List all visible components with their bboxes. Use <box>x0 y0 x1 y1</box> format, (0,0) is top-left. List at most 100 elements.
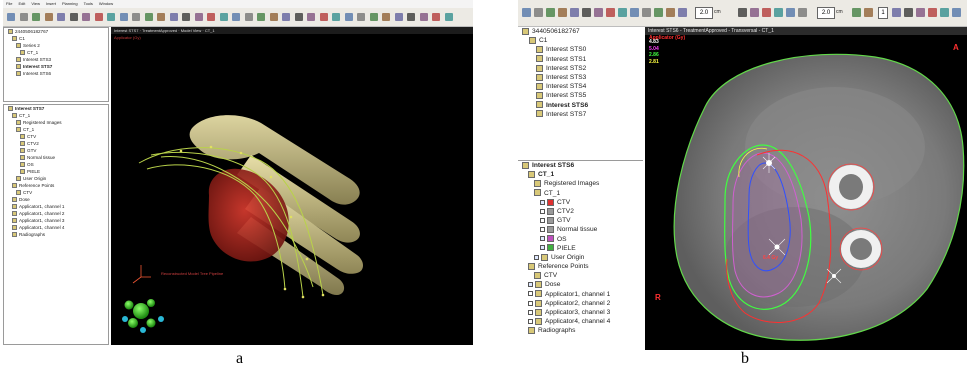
tree-item[interactable]: CTV <box>4 133 108 140</box>
tree-item[interactable]: CTV <box>4 189 108 196</box>
toolbar-tool-icon[interactable] <box>407 13 415 21</box>
toolbar-tool-icon[interactable] <box>630 8 639 17</box>
tree-item[interactable]: OS <box>4 161 108 168</box>
toolbar-tool-icon[interactable] <box>157 13 165 21</box>
tree-item[interactable]: Interest STS7 <box>518 110 643 119</box>
tree-item[interactable]: Interest STS5 <box>518 91 643 100</box>
toolbar-tool-icon[interactable] <box>132 13 140 21</box>
toolbar-tool-icon[interactable] <box>864 8 873 17</box>
toolbar-tool-icon[interactable] <box>618 8 627 17</box>
toolbar-tool-icon[interactable] <box>194 13 203 21</box>
toolbar-tool-icon[interactable] <box>107 13 115 21</box>
tree-item[interactable]: Interest STS6 <box>518 161 643 170</box>
tree-item[interactable]: Applicator3, channel 3 <box>518 308 643 317</box>
toolbar-tool-icon[interactable] <box>762 8 771 17</box>
tree-item[interactable]: User Origin <box>518 253 643 262</box>
toolbar-tool-icon[interactable] <box>570 8 579 17</box>
toolbar-tool-icon[interactable] <box>654 8 663 17</box>
tree-item-checkbox[interactable] <box>528 282 533 288</box>
zoom-input-2[interactable]: 2.0 <box>817 7 835 19</box>
toolbar-tool-icon[interactable] <box>319 13 328 21</box>
tree-item[interactable]: Applicator1, channel 1 <box>4 203 108 210</box>
tree-item[interactable]: C1 <box>518 36 643 45</box>
toolbar-tool-icon[interactable] <box>419 13 428 21</box>
toolbar-tool-icon[interactable] <box>774 8 783 17</box>
tree-item[interactable]: Applicator1, channel 1 <box>518 290 643 299</box>
tree-item[interactable]: Interest STS3 <box>4 56 108 63</box>
tree-item[interactable]: 2440506182767 <box>4 28 108 35</box>
toolbar-tool-icon[interactable] <box>19 13 28 21</box>
tree-item[interactable]: Radiographs <box>4 231 108 238</box>
tree-item-checkbox[interactable] <box>528 291 533 297</box>
menu-item-insert[interactable]: Insert <box>46 1 56 6</box>
toolbar-tool-icon[interactable] <box>534 8 543 17</box>
toolbar-tool-icon[interactable] <box>232 13 240 21</box>
tree-item[interactable]: Applicator4, channel 4 <box>518 317 643 326</box>
toolbar-tool-icon[interactable] <box>94 13 103 21</box>
ct-transversal-view[interactable]: Interest STS6 - TreatmentApproved - Tran… <box>645 27 967 350</box>
tree-item-checkbox[interactable] <box>540 227 545 233</box>
tree-item[interactable]: Normal tissue <box>518 225 643 234</box>
toolbar-tool-icon[interactable] <box>546 8 555 17</box>
tree-item[interactable]: Registered Images <box>4 119 108 126</box>
toolbar-tool-icon[interactable] <box>750 8 759 17</box>
toolbar-tool-icon[interactable] <box>269 13 278 21</box>
toolbar-tool-icon[interactable] <box>69 13 78 21</box>
toolbar-tool-icon[interactable] <box>307 13 315 21</box>
tree-item[interactable]: CT_1 <box>518 189 643 198</box>
tree-item[interactable]: Dose <box>518 280 643 289</box>
toolbar-tool-icon[interactable] <box>219 13 228 21</box>
tree-item[interactable]: Series 2 <box>4 42 108 49</box>
menu-item-edit[interactable]: Edit <box>18 1 25 6</box>
tree-item[interactable]: Interest STS7 <box>4 63 108 70</box>
tree-item-checkbox[interactable] <box>540 199 545 205</box>
tree-item[interactable]: CT_1 <box>4 49 108 56</box>
toolbar-tool-icon[interactable] <box>852 8 861 17</box>
menu-item-window[interactable]: Window <box>99 1 113 6</box>
toolbar-tool-icon[interactable] <box>522 8 531 17</box>
toolbar-tool-icon[interactable] <box>952 8 961 17</box>
tree-item[interactable]: Interest STS6 <box>4 70 108 77</box>
menu-item-planning[interactable]: Planning <box>62 1 78 6</box>
tree-item[interactable]: CT_1 <box>518 170 643 179</box>
toolbar-tool-icon[interactable] <box>916 8 925 17</box>
menu-item-file[interactable]: File <box>6 1 12 6</box>
toolbar-tool-icon[interactable] <box>32 13 40 21</box>
tree-item-checkbox[interactable] <box>540 245 545 251</box>
toolbar-tool-icon[interactable] <box>642 8 651 17</box>
tree-item-checkbox[interactable] <box>528 300 533 306</box>
toolbar-tool-icon[interactable] <box>678 8 687 17</box>
tree-item-checkbox[interactable] <box>540 217 545 223</box>
toolbar-tool-icon[interactable] <box>332 13 340 21</box>
tree-item[interactable]: Applicator1, channel 2 <box>4 210 108 217</box>
page-input[interactable]: 1 <box>878 7 888 19</box>
tree-item[interactable]: Radiographs <box>518 326 643 335</box>
toolbar-tool-icon[interactable] <box>432 13 440 21</box>
tree-item[interactable]: Reference Points <box>4 182 108 189</box>
toolbar-tool-icon[interactable] <box>786 8 795 17</box>
tree-item[interactable]: PIELE <box>4 168 108 175</box>
tree-item[interactable]: OS <box>518 235 643 244</box>
toolbar-tool-icon[interactable] <box>394 13 403 21</box>
toolbar-tool-icon[interactable] <box>606 8 615 17</box>
toolbar-tool-icon[interactable] <box>57 13 65 21</box>
toolbar-tool-icon[interactable] <box>558 8 567 17</box>
toolbar-tool-icon[interactable] <box>904 8 913 17</box>
tree-item[interactable]: CT_1 <box>4 112 108 119</box>
tree-item[interactable]: CTV <box>518 271 643 280</box>
toolbar-tool-icon[interactable] <box>382 13 390 21</box>
tree-item[interactable]: Dose <box>4 196 108 203</box>
tree-item[interactable]: Interest STS0 <box>518 45 643 54</box>
toolbar-tool-icon[interactable] <box>344 13 353 21</box>
toolbar-tool-icon[interactable] <box>119 13 128 21</box>
toolbar-tool-icon[interactable] <box>582 8 591 17</box>
tree-item[interactable]: 3440506182767 <box>518 27 643 36</box>
tree-item-checkbox[interactable] <box>534 254 539 260</box>
tree-item[interactable]: GTV <box>4 147 108 154</box>
toolbar-tool-icon[interactable] <box>928 8 937 17</box>
toolbar-tool-icon[interactable] <box>182 13 190 21</box>
tree-item[interactable]: Interest STS1 <box>518 55 643 64</box>
toolbar-tool-icon[interactable] <box>738 8 747 17</box>
tree-item[interactable]: Applicator1, channel 4 <box>4 224 108 231</box>
tree-item[interactable]: Registered Images <box>518 179 643 188</box>
